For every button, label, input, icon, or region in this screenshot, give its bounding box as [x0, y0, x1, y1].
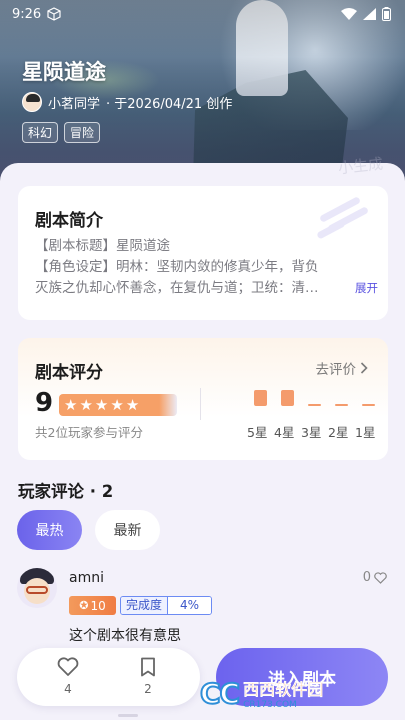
author-avatar[interactable]: [22, 92, 42, 112]
chevron-right-icon: [360, 362, 368, 374]
site-watermark: CC 西西软件园 CR173.COM: [199, 668, 390, 718]
rating-heading-text: 剧本评分: [35, 363, 103, 383]
status-bar: 9:26: [12, 4, 391, 24]
intro-line: 【角色设定】明林：坚韧内敛的修真少年，背负: [35, 259, 319, 275]
box-icon: [47, 7, 61, 21]
rating-bar-label: 5星: [247, 425, 268, 440]
star-icon: ★: [94, 396, 109, 414]
rating-bar: [254, 390, 267, 406]
comments-heading: 玩家评论 · 2: [18, 482, 114, 501]
star-icon: ✪: [79, 599, 89, 612]
avatar-glasses: [26, 586, 48, 594]
bookmark-icon: [141, 657, 155, 677]
intro-body: 【剧本标题】星陨道途 【角色设定】明林：坚韧内敛的修真少年，背负 灭族之仇却心怀…: [35, 236, 380, 299]
battery-icon: [382, 7, 391, 21]
star-icon: ★: [64, 396, 78, 414]
heart-icon: [57, 657, 79, 676]
decor-stripes: [314, 194, 374, 240]
tab-newest[interactable]: 最新: [95, 510, 160, 550]
level-value: 10: [90, 598, 106, 613]
rating-bar-label: 3星: [301, 425, 322, 440]
rating-bar: [281, 390, 294, 406]
wifi-icon: [341, 8, 357, 20]
created-date: · 于2026/04/21 创作: [106, 96, 233, 112]
watermark-text: 西西软件园 CR173.COM: [243, 676, 323, 710]
star-icon: ★: [79, 396, 93, 414]
author-line: 小茗同学 · 于2026/04/21 创作: [22, 92, 232, 112]
expand-button[interactable]: 展开: [351, 280, 378, 296]
avatar[interactable]: [17, 568, 57, 608]
divider: [200, 388, 201, 420]
rate-link[interactable]: 去评价: [316, 358, 369, 378]
intro-heading: 剧本简介: [35, 206, 109, 231]
watermark-logo: CC: [199, 676, 241, 711]
tag-item[interactable]: 科幻: [22, 122, 59, 143]
rating-bar: [335, 404, 348, 406]
status-time: 9:26: [12, 6, 42, 22]
rating-bar-label: 1星: [355, 425, 376, 440]
rating-bar-label: 4星: [274, 425, 295, 440]
comment-count: 2: [144, 682, 152, 696]
completion-label: 完成度: [121, 597, 168, 614]
rating-card: 剧本评分 去评价 9 ★ ★ ★ ★ ★ 共2位玩家参与评分 5星 4星 3星 2星 1…: [18, 338, 388, 460]
rating-bar-label: 2星: [328, 425, 349, 440]
heart-icon: [374, 571, 387, 584]
star-icon: ★: [110, 396, 124, 414]
tab-hottest[interactable]: 最热: [17, 510, 82, 550]
comment-like-count: 0: [362, 570, 371, 585]
rating-distribution: 5星 4星 3星 2星 1星: [247, 388, 380, 440]
author-name[interactable]: 小茗同学: [48, 93, 100, 112]
rating-heading: 剧本评分: [35, 358, 109, 383]
watermark-url: CR173.COM: [243, 700, 297, 710]
comment-button[interactable]: 2: [128, 657, 168, 696]
signal-icon: [363, 8, 376, 20]
story-title: 星陨道途: [22, 60, 106, 84]
rating-bar: [362, 404, 375, 406]
intro-line: 【剧本标题】星陨道途: [35, 238, 170, 254]
level-badge: ✪ 10: [69, 596, 116, 615]
completion-value: 4%: [167, 597, 212, 614]
star-rating: ★ ★ ★ ★ ★: [59, 394, 177, 416]
comment-like-button[interactable]: 0: [363, 570, 387, 585]
action-bar: 4 2: [17, 648, 200, 706]
tag-item[interactable]: 冒险: [64, 122, 101, 143]
like-count: 4: [64, 682, 72, 696]
rating-count: 共2位玩家参与评分: [35, 425, 143, 440]
watermark-name: 西西软件园: [243, 680, 324, 699]
completion-badge: 完成度 4%: [120, 596, 213, 615]
home-indicator: [118, 714, 138, 717]
star-icon: ★: [125, 396, 140, 414]
intro-card: 剧本简介 【剧本标题】星陨道途 【角色设定】明林：坚韧内敛的修真少年，背负 灭族…: [18, 186, 388, 320]
hero-watermark-text: 小生成: [337, 154, 384, 178]
rate-link-label[interactable]: 去评价: [316, 358, 357, 378]
tag-list: 科幻 冒险: [22, 122, 101, 143]
comment-username[interactable]: amni: [69, 570, 104, 586]
intro-line: 灭族之仇却心怀善念，在复仇与道；卫统：清…: [35, 280, 319, 296]
like-button[interactable]: 4: [48, 657, 88, 696]
intro-heading-text: 剧本简介: [35, 211, 103, 231]
rating-bar: [308, 404, 321, 406]
score-value: 9: [35, 388, 54, 418]
